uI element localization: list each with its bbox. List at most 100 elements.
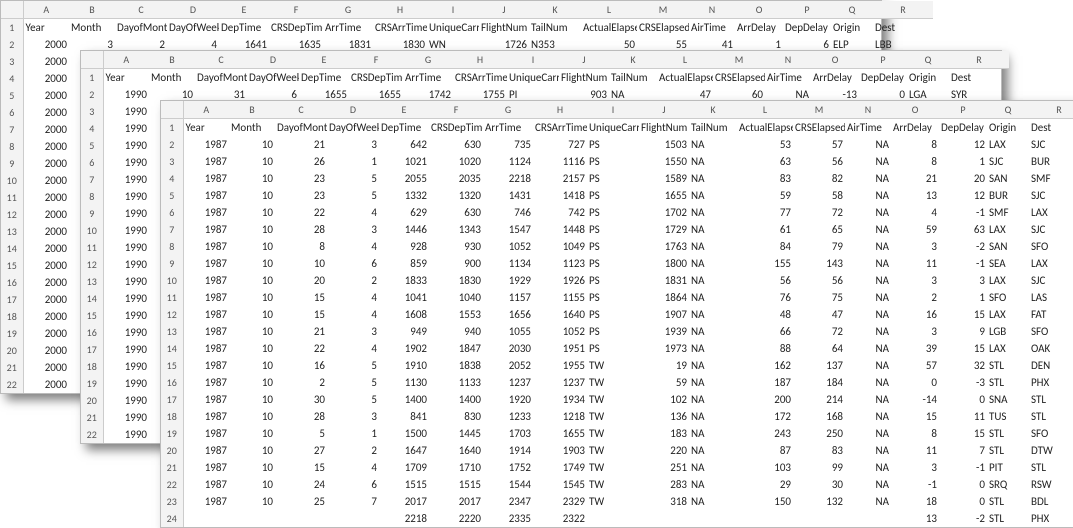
cell[interactable]: 735 [483, 136, 533, 153]
column-header[interactable]: R [949, 51, 1009, 69]
cell[interactable]: 1987 [183, 221, 229, 238]
cell[interactable]: 1431 [483, 187, 533, 204]
row-header[interactable]: 2 [1, 36, 23, 53]
field-header[interactable]: DayOfWeek [247, 69, 299, 87]
cell[interactable]: SFO [1029, 323, 1073, 340]
cell[interactable]: SMF [1029, 170, 1073, 187]
cell[interactable]: 1987 [183, 255, 229, 272]
row-header[interactable]: 22 [161, 476, 183, 493]
field-header[interactable]: FlightNum [559, 69, 609, 87]
row-header[interactable]: 20 [1, 342, 23, 359]
field-header[interactable]: CRSDepTime [349, 69, 403, 87]
cell[interactable]: 2000 [23, 308, 69, 325]
cell[interactable]: 10 [229, 204, 275, 221]
cell[interactable]: 183 [639, 425, 689, 442]
cell[interactable]: PIT [987, 459, 1029, 476]
cell[interactable]: 3 [939, 272, 987, 289]
cell[interactable]: -3 [939, 374, 987, 391]
cell[interactable]: 1515 [379, 476, 429, 493]
field-header[interactable]: Month [229, 119, 275, 137]
cell[interactable]: 1831 [639, 272, 689, 289]
cell[interactable]: 1987 [183, 357, 229, 374]
select-all-corner[interactable] [1, 1, 23, 19]
column-header[interactable]: P [859, 51, 907, 69]
field-header[interactable]: Origin [987, 119, 1029, 137]
cell[interactable]: 1987 [183, 204, 229, 221]
cell[interactable]: NA [845, 408, 891, 425]
cell[interactable]: 940 [429, 323, 483, 340]
cell[interactable]: 1124 [483, 153, 533, 170]
row-header[interactable]: 3 [1, 53, 23, 70]
field-header[interactable]: Dest [1029, 119, 1073, 137]
column-header[interactable]: R [1029, 101, 1073, 119]
cell[interactable]: NA [689, 391, 737, 408]
row-header[interactable]: 22 [81, 426, 103, 443]
column-header[interactable]: C [115, 1, 167, 19]
row-header[interactable]: 21 [1, 359, 23, 376]
cell[interactable]: 4 [327, 340, 379, 357]
cell[interactable]: PS [587, 221, 639, 238]
cell[interactable]: 1987 [183, 374, 229, 391]
cell[interactable]: 11 [939, 408, 987, 425]
cell[interactable]: NA [845, 272, 891, 289]
field-header[interactable]: ArrTime [483, 119, 533, 137]
row-header[interactable]: 14 [81, 290, 103, 307]
cell[interactable]: 15 [891, 408, 939, 425]
cell[interactable]: NA [689, 170, 737, 187]
cell[interactable]: 13 [891, 187, 939, 204]
row-header[interactable]: 17 [161, 391, 183, 408]
cell[interactable]: 6 [327, 476, 379, 493]
cell[interactable]: 1973 [639, 340, 689, 357]
field-header[interactable]: CRSElapsedTime [637, 19, 689, 37]
column-header[interactable]: K [689, 101, 737, 119]
cell[interactable]: 29 [737, 476, 793, 493]
cell[interactable]: 2322 [533, 510, 587, 527]
cell[interactable]: 1838 [429, 357, 483, 374]
cell[interactable]: 1133 [429, 374, 483, 391]
cell[interactable]: 1608 [379, 306, 429, 323]
field-header[interactable]: DayofMonth [275, 119, 327, 137]
row-header[interactable]: 2 [161, 136, 183, 153]
cell[interactable]: 76 [737, 289, 793, 306]
cell[interactable]: 3 [327, 323, 379, 340]
cell[interactable]: 1987 [183, 238, 229, 255]
column-header[interactable]: G [323, 1, 373, 19]
row-header[interactable]: 8 [161, 238, 183, 255]
cell[interactable]: 2000 [23, 121, 69, 138]
row-header[interactable]: 4 [81, 120, 103, 137]
cell[interactable]: 830 [429, 408, 483, 425]
cell[interactable]: 23 [275, 187, 327, 204]
cell[interactable]: 1218 [533, 408, 587, 425]
field-header[interactable]: DepDelay [783, 19, 831, 37]
cell[interactable]: 949 [379, 323, 429, 340]
row-header[interactable]: 2 [81, 86, 103, 103]
row-header[interactable]: 6 [161, 204, 183, 221]
cell[interactable]: NA [845, 221, 891, 238]
cell[interactable]: 2035 [429, 170, 483, 187]
field-header[interactable]: Dest [873, 19, 933, 37]
cell[interactable]: 642 [379, 136, 429, 153]
cell[interactable]: NA [689, 323, 737, 340]
cell[interactable]: SFO [1029, 425, 1073, 442]
cell[interactable]: SRQ [987, 476, 1029, 493]
cell[interactable]: 841 [379, 408, 429, 425]
column-header[interactable]: P [783, 1, 831, 19]
cell[interactable]: PS [587, 323, 639, 340]
cell[interactable]: LAX [987, 340, 1029, 357]
cell[interactable]: 4 [327, 204, 379, 221]
cell[interactable]: BDL [1029, 493, 1073, 510]
cell[interactable]: 21 [275, 323, 327, 340]
cell[interactable]: 15 [275, 306, 327, 323]
cell[interactable]: 10 [229, 306, 275, 323]
column-header[interactable]: E [219, 1, 269, 19]
cell[interactable]: 11 [891, 255, 939, 272]
cell[interactable]: 1500 [379, 425, 429, 442]
cell[interactable]: 2000 [23, 104, 69, 121]
cell[interactable]: 47 [793, 306, 845, 323]
cell[interactable]: 1987 [183, 272, 229, 289]
cell[interactable]: 1987 [183, 425, 229, 442]
field-header[interactable]: DepDelay [939, 119, 987, 137]
cell[interactable]: 1864 [639, 289, 689, 306]
cell[interactable]: 1990 [103, 86, 149, 103]
cell[interactable]: 1987 [183, 442, 229, 459]
